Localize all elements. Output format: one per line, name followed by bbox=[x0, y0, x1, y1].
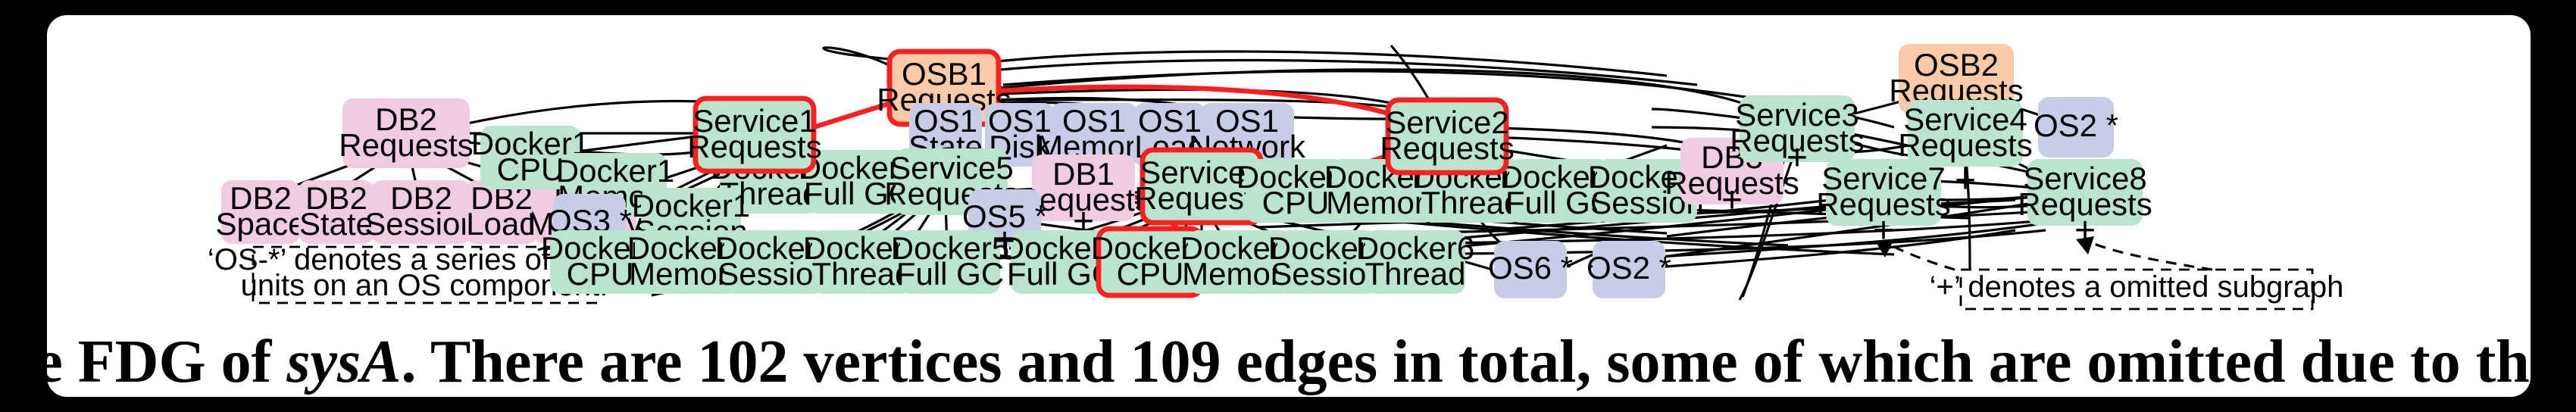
graph-node-db2-requests[interactable]: DB2Requests bbox=[339, 98, 474, 168]
node-label: OS6 * bbox=[1488, 250, 1573, 286]
graph-node-service1-requests[interactable]: Service1Requests bbox=[687, 95, 822, 174]
node-label-line2: CPU bbox=[497, 151, 564, 187]
node-label: OS2 * bbox=[2034, 108, 2118, 143]
fdg-graph: ‘OS-*’ denotes a series of failure units… bbox=[0, 44, 2576, 395]
omitted-subgraph-marker-plus-os5: + bbox=[994, 221, 1015, 261]
caption-suffix: . There are 102 vertices and 109 edges i… bbox=[401, 329, 2576, 395]
node-label-line2: State bbox=[299, 206, 374, 242]
node-label-line2: Full GC bbox=[896, 256, 1004, 292]
node-label-line2: CPU bbox=[1117, 256, 1184, 292]
caption-system-name: sysA bbox=[286, 329, 401, 395]
omitted-subgraph-marker-plus-service8: + bbox=[2074, 211, 2096, 251]
node-label: OS2 * bbox=[1587, 250, 1671, 286]
graph-node-docker6-thread[interactable]: Docker6Thread bbox=[1356, 230, 1474, 294]
omitted-subgraph-marker-plus-service3: + bbox=[1787, 138, 1808, 178]
omitted-subgraph-marker-plus-db3: + bbox=[1721, 180, 1743, 220]
node-label-line2: Load bbox=[466, 206, 536, 242]
node-label-line2: CPU bbox=[567, 256, 634, 292]
graph-node-docker5-fullgc[interactable]: Docker5Full GC bbox=[891, 230, 1009, 294]
node-label-line2: CPU bbox=[1262, 185, 1330, 220]
graph-node-service2-requests[interactable]: Service2Requests bbox=[1380, 97, 1515, 176]
legend-plus-note-text: ‘+’ denotes a omitted subgraph bbox=[1930, 270, 2344, 304]
node-label-line2: Space bbox=[215, 206, 305, 242]
graph-node-os6-star[interactable]: OS6 * bbox=[1488, 241, 1573, 298]
omitted-subgraph-marker-plus-db1: + bbox=[1073, 201, 1094, 242]
omitted-subgraph-marker-plus-service7: + bbox=[1873, 211, 1894, 251]
caption-prefix: Figure 3: The FDG of bbox=[0, 329, 286, 395]
figure-caption: Figure 3: The FDG of sysA. There are 102… bbox=[0, 329, 2576, 395]
graph-node-db2-state[interactable]: DB2State bbox=[299, 180, 374, 244]
figure-stage: ‘OS-*’ denotes a series of failure units… bbox=[0, 0, 2576, 412]
node-label-line2: Requests bbox=[1898, 127, 2032, 163]
graph-node-db2-session[interactable]: DB2Session bbox=[364, 180, 478, 244]
node-label-line2: Requests bbox=[687, 129, 821, 164]
legend-plus-leader-left bbox=[1890, 244, 1955, 271]
graph-node-os2-star-top[interactable]: OS2 * bbox=[2034, 97, 2118, 158]
node-label-line2: Requests bbox=[339, 127, 473, 163]
node-label-line2: Thread bbox=[1365, 256, 1465, 292]
legend-plus-note: ‘+’ denotes a omitted subgraph bbox=[1876, 236, 2344, 311]
node-label-line2: Session bbox=[364, 206, 477, 242]
legend-plus-leader-right bbox=[2093, 242, 2213, 271]
graph-node-service4-requests[interactable]: Service4Requests bbox=[1898, 100, 2033, 167]
omitted-subgraph-marker-plus-service4: + bbox=[1955, 161, 1976, 201]
node-label-line2: Requests bbox=[1380, 130, 1514, 166]
graph-node-db2-space[interactable]: DB2Space bbox=[215, 180, 306, 244]
graph-node-os2-star-bottom[interactable]: OS2 * bbox=[1587, 241, 1671, 298]
